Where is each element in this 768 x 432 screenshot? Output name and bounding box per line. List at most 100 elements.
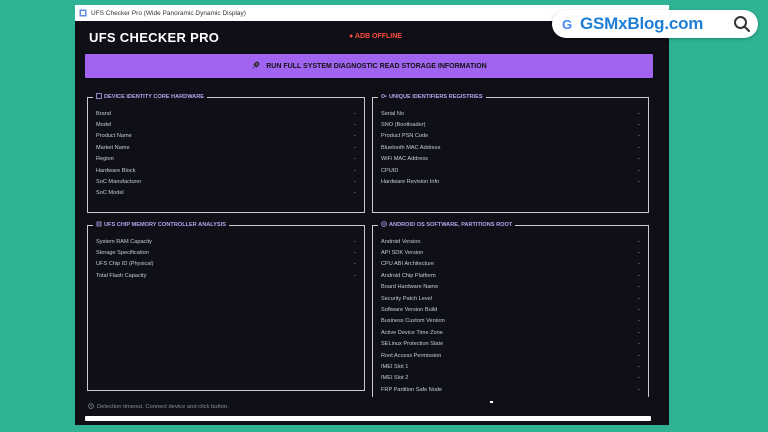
info-row: Hardware Revision Info - xyxy=(381,176,640,187)
ufs-chip-panel-title: UFS CHIP MEMORY CONTROLLER ANALYSIS xyxy=(93,221,229,229)
scrollbar-thumb[interactable] xyxy=(490,401,493,403)
ufs-chip-panel: UFS CHIP MEMORY CONTROLLER ANALYSIS Syst… xyxy=(87,221,365,391)
info-row-value: - xyxy=(354,122,356,129)
info-row-value: - xyxy=(638,386,640,393)
info-row: Product Name - xyxy=(96,131,356,142)
info-row-value: - xyxy=(638,307,640,314)
info-row: SoC Manufacturer - xyxy=(96,176,356,187)
info-row-label: Security Patch Level xyxy=(381,295,432,302)
info-row: Active Device Time Zone - xyxy=(381,327,640,338)
info-row: Brand - xyxy=(96,108,356,119)
info-row-label: Region xyxy=(96,156,114,163)
info-row-label: IMEI Slot 1 xyxy=(381,363,409,370)
info-row-label: Root Access Permission xyxy=(381,352,442,359)
info-row: Business Custom Version - xyxy=(381,316,640,327)
info-row-label: Active Device Time Zone xyxy=(381,329,443,336)
info-row-label: CPUID xyxy=(381,167,399,174)
info-row-value: - xyxy=(638,250,640,257)
info-row: Android Version - xyxy=(381,236,640,247)
info-row: Serial No - xyxy=(381,108,640,119)
progress-bar xyxy=(85,416,651,421)
info-row-value: - xyxy=(354,110,356,117)
info-row: SELinux Protection State - xyxy=(381,339,640,350)
info-row-value: - xyxy=(354,272,356,279)
run-diagnostic-button[interactable]: RUN FULL SYSTEM DIAGNOSTIC READ STORAGE … xyxy=(85,54,653,78)
info-row-label: UFS Chip ID (Physical) xyxy=(96,261,154,268)
info-row-value: - xyxy=(354,238,356,245)
info-row-label: SoC Manufacturer xyxy=(96,179,142,186)
info-row-value: - xyxy=(638,284,640,291)
info-row: WiFi MAC Address - xyxy=(381,154,640,165)
app-title: UFS CHECKER PRO xyxy=(89,30,220,45)
watermark-badge: G GSMxBlog.com xyxy=(552,10,758,38)
info-row-value: - xyxy=(354,250,356,257)
info-row: Product PSN Code - xyxy=(381,131,640,142)
info-row: Storage Specification - xyxy=(96,247,356,258)
status-message: Detection timeout. Connect device and cl… xyxy=(97,404,229,410)
info-row-label: Board Hardware Name xyxy=(381,284,439,291)
device-identity-rows: Brand - Model - Product Name - Market Name - Reg… xyxy=(96,108,356,199)
info-row-value: - xyxy=(638,295,640,302)
info-row-label: Market Name xyxy=(96,144,130,151)
info-row: Bluetooth MAC Address - xyxy=(381,142,640,153)
info-row-label: API SDK Version xyxy=(381,250,424,257)
info-row-value: - xyxy=(638,110,640,117)
info-row-label: CPU ABI Architecture xyxy=(381,261,435,268)
info-row: Region - xyxy=(96,154,356,165)
info-row-label: Android Version xyxy=(381,238,421,245)
info-row-value: - xyxy=(354,156,356,163)
info-row: IMEI Slot 1 - xyxy=(381,361,640,372)
info-row-label: System RAM Capacity xyxy=(96,238,152,245)
info-row-value: - xyxy=(354,144,356,151)
android-os-rows[interactable]: Android Version - API SDK Version - CPU ABI … xyxy=(381,236,640,395)
info-row-label: IMEI Slot 2 xyxy=(381,375,409,382)
info-row-value: - xyxy=(638,272,640,279)
info-row-value: - xyxy=(638,179,640,186)
android-os-panel-title: ANDROID OS SOFTWARE, PARTITIONS ROOT xyxy=(378,221,516,229)
info-row-label: Hardware Block xyxy=(96,167,136,174)
info-row-label: Total Flash Capacity xyxy=(96,272,147,279)
info-row-value: - xyxy=(354,133,356,140)
info-row-value: - xyxy=(638,167,640,174)
info-row-value: - xyxy=(354,261,356,268)
info-row-value: - xyxy=(638,352,640,359)
info-row: Model - xyxy=(96,119,356,130)
info-row-value: - xyxy=(638,156,640,163)
clock-icon xyxy=(88,403,94,411)
info-row-label: WiFi MAC Address xyxy=(381,156,428,163)
info-row-value: - xyxy=(638,375,640,382)
info-row-value: - xyxy=(638,341,640,348)
info-row: FRP Partition Safe Node - xyxy=(381,384,640,395)
unique-identifiers-rows: Serial No - SNO (Bootloader) - Product PSN C… xyxy=(381,108,640,188)
info-row: System RAM Capacity - xyxy=(96,236,356,247)
info-row-label: Brand xyxy=(96,110,111,117)
unique-identifiers-panel: UNIQUE IDENTIFIERS REGISTRIES Serial No -… xyxy=(372,93,649,213)
info-row-label: Serial No xyxy=(381,110,405,117)
app-window: UFS Checker Pro (Wide Panoramic Dynamic … xyxy=(75,5,669,425)
window-title: UFS Checker Pro (Wide Panoramic Dynamic … xyxy=(91,9,246,17)
info-row: Market Name - xyxy=(96,142,356,153)
key-icon xyxy=(381,93,387,101)
info-row: CPUID - xyxy=(381,165,640,176)
info-row-label: SELinux Protection State xyxy=(381,341,444,348)
unique-identifiers-panel-title: UNIQUE IDENTIFIERS REGISTRIES xyxy=(378,93,486,101)
info-row-value: - xyxy=(638,144,640,151)
info-row: UFS Chip ID (Physical) - xyxy=(96,259,356,270)
info-row-label: Product PSN Code xyxy=(381,133,429,140)
device-identity-panel-title: DEVICE IDENTITY CORE HARDWARE xyxy=(93,93,207,101)
info-row-label: Hardware Revision Info xyxy=(381,179,440,186)
android-icon xyxy=(381,221,387,229)
info-row-value: - xyxy=(638,261,640,268)
ufs-chip-rows: System RAM Capacity - Storage Specificatio… xyxy=(96,236,356,282)
info-row-label: Bluetooth MAC Address xyxy=(381,144,441,151)
info-row: Software Version Build - xyxy=(381,304,640,315)
info-row-value: - xyxy=(354,179,356,186)
info-row-value: - xyxy=(354,167,356,174)
info-row: SNO (Bootloader) - xyxy=(381,119,640,130)
info-row-value: - xyxy=(354,190,356,197)
run-diagnostic-label: RUN FULL SYSTEM DIAGNOSTIC READ STORAGE … xyxy=(266,62,487,70)
info-row-value: - xyxy=(638,329,640,336)
info-row-label: Business Custom Version xyxy=(381,318,445,325)
info-row: IMEI Slot 2 - xyxy=(381,373,640,384)
search-icon xyxy=(732,14,752,34)
